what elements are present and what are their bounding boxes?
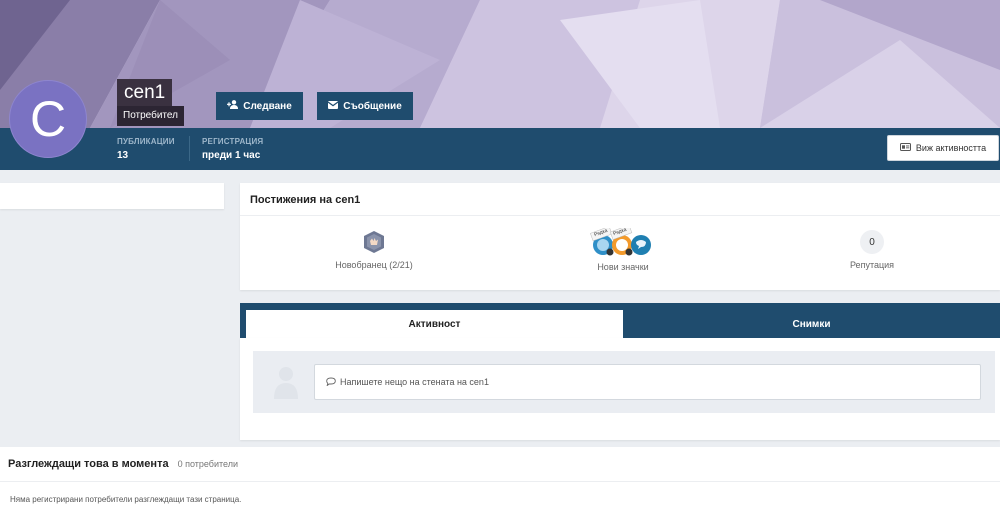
- message-button[interactable]: Съобщение: [317, 92, 413, 120]
- reputation-value: 0: [860, 230, 884, 254]
- wall-status-input[interactable]: Напишете нещо на стената на cen1: [314, 364, 981, 400]
- follow-button-label: Следване: [243, 100, 292, 112]
- view-activity-button[interactable]: Виж активността: [887, 135, 999, 161]
- stat-divider: [189, 136, 190, 161]
- registration-stat: РЕГИСТРАЦИЯ преди 1 час: [202, 137, 263, 161]
- tab-activity[interactable]: Активност: [246, 310, 623, 338]
- registration-label: РЕГИСТРАЦИЯ: [202, 137, 264, 146]
- viewing-now-section: Разглеждащи това в момента 0 потребители…: [0, 447, 1000, 521]
- id-card-icon: [899, 143, 911, 153]
- badges-icon: Рядка Рядка: [589, 227, 657, 256]
- viewing-header: Разглеждащи това в момента 0 потребители: [0, 447, 1000, 482]
- posts-value: 13: [117, 150, 129, 161]
- rank-achievement[interactable]: Новобранец (2/21): [274, 228, 474, 270]
- badges-label: Нови значки: [597, 262, 649, 272]
- reputation-achievement[interactable]: 0 Репутация: [772, 228, 972, 270]
- profile-role-badge: Потребител: [117, 106, 184, 126]
- posts-stat: ПУБЛИКАЦИИ 13: [117, 137, 175, 161]
- avatar-letter: C: [29, 91, 67, 147]
- shield-hand-icon: [274, 230, 474, 254]
- envelope-icon: [327, 100, 339, 112]
- activity-panel: Напишете нещо на стената на cen1: [240, 338, 1000, 440]
- viewing-count: 0 потребители: [177, 459, 238, 469]
- sidebar-widget: [0, 183, 224, 209]
- profile-stats-bar: ПУБЛИКАЦИИ 13 РЕГИСТРАЦИЯ преди 1 час Ви…: [0, 128, 1000, 170]
- view-activity-label: Виж активността: [915, 143, 987, 153]
- wall-composer: Напишете нещо на стената на cen1: [253, 351, 995, 413]
- default-user-icon: [271, 363, 301, 401]
- profile-username: cen1: [117, 79, 173, 107]
- tab-photos[interactable]: Снимки: [623, 310, 1000, 338]
- registration-value: преди 1 час: [202, 150, 261, 161]
- profile-avatar[interactable]: C: [9, 80, 87, 158]
- speech-bubble-icon: [326, 377, 336, 388]
- badges-achievement[interactable]: Рядка Рядка Нови значки: [523, 227, 723, 272]
- reputation-label: Репутация: [849, 260, 895, 270]
- message-button-label: Съобщение: [343, 100, 402, 112]
- rank-label: Новобранец (2/21): [335, 260, 413, 270]
- achievements-title: Постижения на cen1: [240, 183, 1000, 216]
- achievements-panel: Постижения на cen1 Новобранец (2/21) Ряд…: [240, 183, 1000, 290]
- profile-tabs: Активност Снимки: [240, 303, 1000, 338]
- follow-button[interactable]: Следване: [216, 92, 303, 120]
- viewing-title: Разглеждащи това в момента: [8, 458, 169, 470]
- viewing-empty-message: Няма регистрирани потребители разглеждащ…: [10, 495, 242, 504]
- wall-placeholder: Напишете нещо на стената на cen1: [340, 377, 489, 387]
- user-plus-icon: [227, 100, 239, 112]
- posts-label: ПУБЛИКАЦИИ: [117, 137, 175, 146]
